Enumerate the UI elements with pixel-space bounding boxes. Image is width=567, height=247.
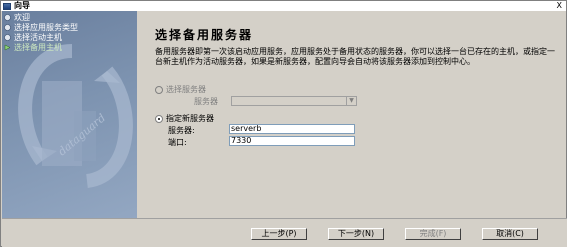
- step-standby-host: 选择备用主机: [4, 42, 78, 52]
- title-bar[interactable]: 向导 X: [1, 1, 566, 11]
- new-server-option[interactable]: 指定新服务器: [155, 113, 214, 124]
- steps-sidebar: dataguard 欢迎 选择应用服务类型 选择活动主机 选择备用主机: [2, 11, 137, 218]
- existing-server-radio[interactable]: [155, 85, 163, 94]
- port-field-label: 端口:: [168, 138, 187, 147]
- existing-server-label: 选择服务器: [166, 85, 206, 94]
- step-service-type: 选择应用服务类型: [4, 22, 78, 32]
- server-field-label: 服务器:: [168, 126, 195, 135]
- existing-server-select[interactable]: ▼: [231, 96, 357, 106]
- close-button[interactable]: X: [557, 1, 562, 11]
- wizard-content: 选择备用服务器 备用服务器即第一次该启动应用服务，应用服务处于备用状态的服务器，…: [138, 11, 566, 218]
- chevron-down-icon[interactable]: ▼: [346, 97, 356, 105]
- step-bullet-icon: [4, 13, 11, 21]
- app-icon: [3, 2, 11, 10]
- new-server-radio[interactable]: [155, 114, 163, 123]
- step-active-host: 选择活动主机: [4, 32, 78, 42]
- button-bar: 上一步(P) 下一步(N) 完成(F) 取消(C): [2, 218, 567, 247]
- finish-button[interactable]: 完成(F): [405, 228, 461, 240]
- new-server-label: 指定新服务器: [166, 114, 214, 123]
- current-step-arrow-icon: [4, 44, 11, 50]
- back-button[interactable]: 上一步(P): [251, 228, 307, 240]
- step-bullet-icon: [4, 33, 11, 41]
- step-bullet-icon: [4, 23, 11, 31]
- page-description: 备用服务器即第一次该启动应用服务，应用服务处于备用状态的服务器，你可以选择一台已…: [155, 47, 555, 66]
- next-button[interactable]: 下一步(N): [328, 228, 384, 240]
- existing-server-option[interactable]: 选择服务器: [155, 84, 206, 95]
- existing-server-field-label: 服务器: [194, 97, 218, 106]
- port-input[interactable]: 7330: [229, 136, 355, 146]
- cancel-button[interactable]: 取消(C): [482, 228, 538, 240]
- step-welcome: 欢迎: [4, 12, 78, 22]
- server-input[interactable]: serverb: [229, 124, 355, 134]
- step-label: 选择备用主机: [14, 42, 62, 52]
- page-title: 选择备用服务器: [155, 28, 254, 42]
- wizard-window: 向导 X dataguard 欢迎 选择应用服务类型 选择活动主机 选择备用主机…: [0, 0, 567, 247]
- window-title: 向导: [14, 1, 30, 10]
